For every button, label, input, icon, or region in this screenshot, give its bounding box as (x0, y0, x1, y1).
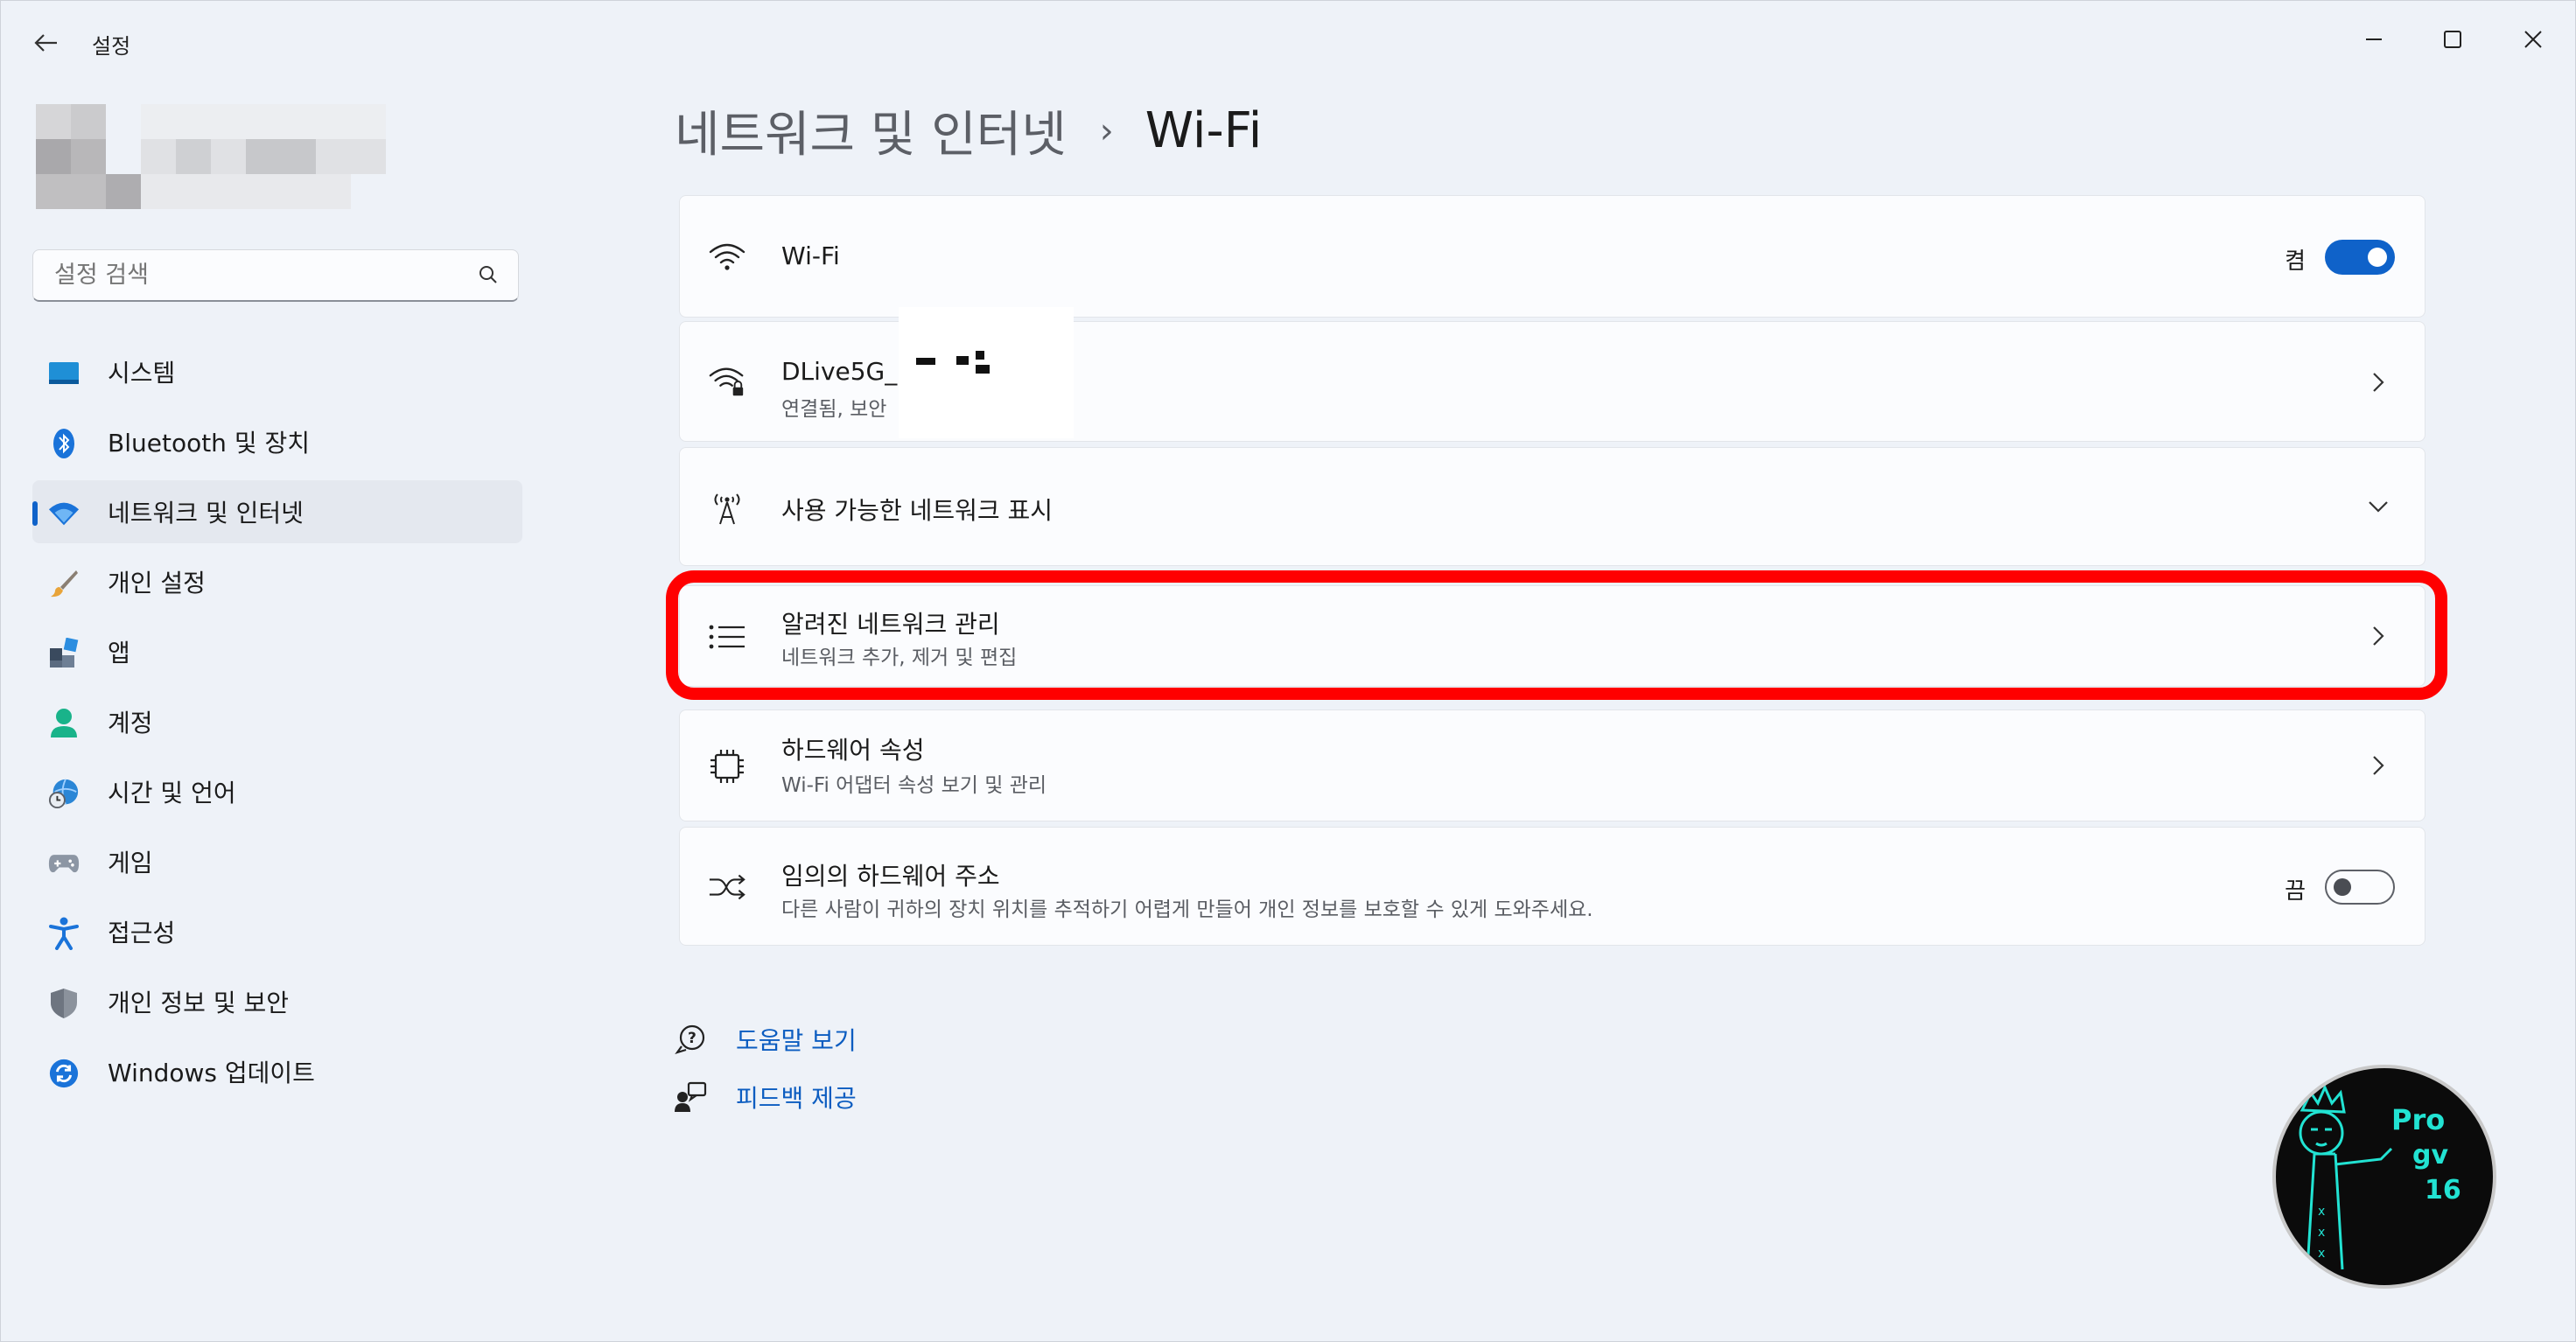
sidebar-item-label: 시스템 (108, 359, 176, 388)
maximize-icon (2444, 31, 2461, 48)
wifi-title: Wi-Fi (781, 241, 840, 270)
search-input[interactable] (52, 261, 450, 290)
sidebar-item-bluetooth[interactable]: Bluetooth 및 장치 (32, 410, 522, 473)
sidebar-item-system[interactable]: 시스템 (32, 340, 522, 403)
wifi-toggle-card[interactable]: Wi-Fi 켬 (679, 195, 2426, 318)
random-address-title: 임의의 하드웨어 주소 (781, 862, 1000, 891)
help-link-text[interactable]: 도움말 보기 (736, 1022, 857, 1057)
network-name: DLive5G_5 (781, 357, 914, 386)
title-bar: 설정 (1, 1, 2575, 85)
sidebar-item-privacy-security[interactable]: 개인 정보 및 보안 (32, 970, 522, 1033)
breadcrumb-parent[interactable]: 네트워크 및 인터넷 (675, 95, 1067, 166)
sidebar-nav: 시스템 Bluetooth 및 장치 네트워크 및 인터넷 개인 설정 앱 계정… (32, 340, 522, 1110)
app-title: 설정 (92, 34, 131, 59)
breadcrumb-separator: › (1099, 110, 1114, 151)
shield-icon (48, 988, 80, 1019)
close-button[interactable] (2500, 13, 2566, 66)
sidebar-item-label: 앱 (108, 639, 130, 668)
svg-text:x: x (2318, 1205, 2325, 1219)
feedback-icon (673, 1080, 708, 1115)
person-icon (48, 708, 80, 739)
close-icon (2524, 31, 2542, 48)
breadcrumb: 네트워크 및 인터넷 › Wi-Fi (675, 95, 1262, 166)
network-status: 연결됨, 보안 (781, 398, 887, 421)
monitor-icon (48, 358, 80, 389)
chevron-right-icon (2365, 752, 2391, 779)
shuffle-icon (708, 868, 746, 906)
apps-icon (48, 638, 80, 669)
sidebar-item-label: 게임 (108, 849, 153, 877)
sidebar-item-accessibility[interactable]: 접근성 (32, 900, 522, 963)
sidebar-item-label: 네트워크 및 인터넷 (108, 499, 304, 528)
settings-window: 설정 시스템 (0, 0, 2576, 1342)
antenna-icon (708, 488, 746, 527)
hardware-properties-title: 하드웨어 속성 (781, 736, 925, 765)
help-chat-icon: ? (673, 1022, 708, 1057)
sidebar-item-time-language[interactable]: 시간 및 언어 (32, 760, 522, 823)
feedback-link[interactable]: 피드백 제공 (673, 1068, 857, 1126)
user-profile-avatar[interactable] (36, 104, 386, 211)
sidebar-item-personalization[interactable]: 개인 설정 (32, 550, 522, 613)
wifi-state-label: 켬 (2285, 248, 2306, 275)
sidebar-item-label: 접근성 (108, 919, 176, 947)
svg-text:x: x (2318, 1247, 2325, 1261)
sidebar-item-gaming[interactable]: 게임 (32, 830, 522, 893)
accessibility-icon (48, 917, 80, 950)
chevron-down-icon[interactable] (2365, 493, 2391, 520)
sidebar-item-label: 계정 (108, 709, 153, 737)
watermark-text-1: Pro (2391, 1103, 2446, 1136)
page-title: Wi-Fi (1144, 102, 1263, 159)
help-links: ? 도움말 보기 피드백 제공 (673, 1010, 857, 1126)
sidebar-item-label: 개인 정보 및 보안 (108, 989, 290, 1017)
wifi-signal-icon (708, 238, 746, 276)
minimize-icon (2366, 38, 2382, 40)
maximize-button[interactable] (2419, 13, 2486, 66)
svg-text:?: ? (688, 1030, 696, 1047)
watermark-text-2: gv (2412, 1140, 2449, 1171)
sidebar-item-label: 개인 설정 (108, 569, 206, 598)
hardware-properties-subtitle: Wi-Fi 어댑터 속성 보기 및 관리 (781, 774, 1047, 797)
back-arrow-icon (34, 34, 57, 52)
wifi-icon (48, 498, 80, 529)
chip-icon (708, 747, 746, 786)
update-icon (48, 1058, 80, 1089)
wifi-toggle-switch[interactable] (2325, 240, 2395, 275)
available-networks-title: 사용 가능한 네트워크 표시 (781, 496, 1054, 525)
wifi-secured-icon (708, 362, 746, 401)
available-networks-card[interactable]: 사용 가능한 네트워크 표시 (679, 447, 2426, 566)
search-icon[interactable] (478, 264, 499, 289)
sidebar-item-label: 시간 및 언어 (108, 779, 236, 807)
paintbrush-icon (48, 568, 80, 599)
chevron-right-icon (2365, 369, 2391, 395)
sidebar-item-label: Windows 업데이트 (108, 1059, 315, 1087)
random-hardware-address-card[interactable]: 임의의 하드웨어 주소 다른 사람이 귀하의 장치 위치를 추적하기 어렵게 만… (679, 827, 2426, 946)
gamepad-icon (48, 848, 80, 879)
sidebar-item-apps[interactable]: 앱 (32, 620, 522, 683)
watermark-logo: x x x Pro gv 16 (2272, 1065, 2496, 1289)
help-link[interactable]: ? 도움말 보기 (673, 1010, 857, 1068)
watermark-text-3: 16 (2425, 1175, 2461, 1206)
settings-search-box[interactable] (32, 249, 519, 302)
svg-text:x: x (2318, 1226, 2325, 1240)
globe-clock-icon (48, 778, 80, 809)
hardware-properties-card[interactable]: 하드웨어 속성 Wi-Fi 어댑터 속성 보기 및 관리 (679, 709, 2426, 821)
highlight-annotation (666, 570, 2447, 700)
random-address-subtitle: 다른 사람이 귀하의 장치 위치를 추적하기 어렵게 만들어 개인 정보를 보호… (781, 898, 1593, 921)
feedback-link-text[interactable]: 피드백 제공 (736, 1080, 857, 1115)
redaction-patch (899, 307, 1074, 438)
sidebar-item-label: Bluetooth 및 장치 (108, 429, 311, 458)
random-address-toggle-switch[interactable] (2325, 870, 2395, 905)
back-button[interactable] (25, 24, 67, 62)
bluetooth-icon (48, 428, 80, 459)
sidebar-item-windows-update[interactable]: Windows 업데이트 (32, 1040, 522, 1103)
random-address-state-label: 끔 (2285, 878, 2306, 905)
sidebar-item-network[interactable]: 네트워크 및 인터넷 (32, 480, 522, 543)
sidebar-item-accounts[interactable]: 계정 (32, 690, 522, 753)
minimize-button[interactable] (2341, 13, 2407, 66)
